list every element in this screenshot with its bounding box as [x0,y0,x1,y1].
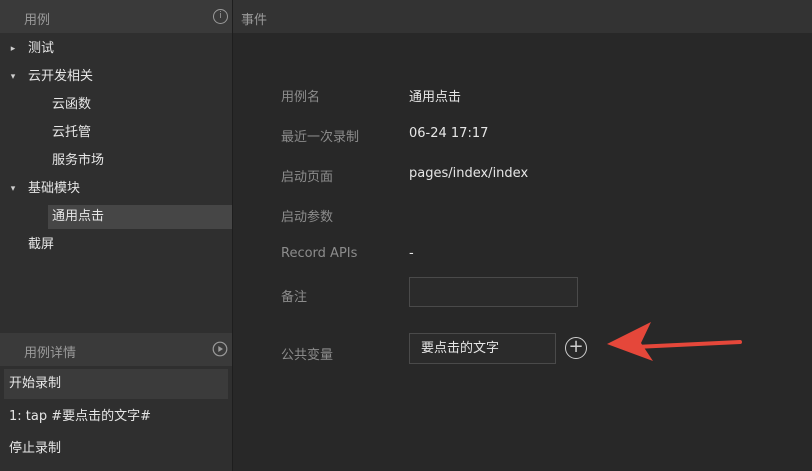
detail-item-tap-step[interactable]: 1: tap #要点击的文字# [0,402,232,432]
tree-item-label: 截屏 [28,237,55,252]
left-sidebar: 用例 i ▸ 测试 ▾ 云开发相关 云函数 云托管 服务市场 ▾ 基础模块 通用… [0,0,233,471]
tree-item-basic-module[interactable]: ▾ 基础模块 [0,177,232,201]
start-params-label: 启动参数 [281,210,334,225]
start-page-value: pages/index/index [409,166,529,181]
record-apis-label: Record APIs [281,246,358,261]
note-input[interactable] [409,277,578,307]
info-icon[interactable]: i [213,9,228,24]
case-name-label: 用例名 [281,90,321,105]
details-panel-header: 用例详情 [0,333,232,366]
add-variable-button[interactable]: + [565,337,587,359]
events-panel-title: 事件 [241,13,268,28]
last-record-label: 最近一次录制 [281,130,360,145]
events-panel-header: 事件 [233,0,812,33]
tree-item-cloud-dev[interactable]: ▾ 云开发相关 [0,65,232,89]
tree-item-test[interactable]: ▸ 测试 [0,37,232,61]
tree-item-label: 基础模块 [28,181,81,196]
tree-item-general-click[interactable]: 通用点击 [0,205,232,229]
tree-item-label: 云开发相关 [28,69,94,84]
annotation-arrow-icon [607,322,742,361]
public-var-input[interactable]: 要点击的文字 [409,333,556,364]
caret-down-icon[interactable]: ▾ [8,177,18,201]
tree-item-cloud-function[interactable]: 云函数 [0,93,232,117]
tree-item-label: 通用点击 [52,209,105,224]
detail-item-stop-record[interactable]: 停止录制 [0,434,232,464]
cases-panel-header: 用例 i [0,0,232,33]
main-panel: 事件 用例名 通用点击 最近一次录制 06-24 17:17 启动页面 page… [233,0,812,471]
tree-item-service-market[interactable]: 服务市场 [0,149,232,173]
play-icon[interactable] [212,341,228,357]
tree-item-label: 云函数 [52,97,92,112]
tree-item-label: 服务市场 [52,153,105,168]
cases-panel-title: 用例 [24,13,51,28]
tree-item-screenshot[interactable]: 截屏 [0,233,232,257]
last-record-value: 06-24 17:17 [409,126,489,141]
tree-item-cloud-hosting[interactable]: 云托管 [0,121,232,145]
note-label: 备注 [281,290,308,305]
detail-item-label: 开始录制 [9,376,62,391]
case-name-value: 通用点击 [409,90,462,105]
tree-item-label: 云托管 [52,125,92,140]
details-panel-title: 用例详情 [24,346,77,361]
detail-item-label: 1: tap #要点击的文字# [9,409,152,424]
caret-right-icon[interactable]: ▸ [8,37,18,61]
detail-item-label: 停止录制 [9,441,62,456]
detail-item-start-record[interactable]: 开始录制 [0,369,232,399]
public-var-label: 公共变量 [281,348,334,363]
caret-down-icon[interactable]: ▾ [8,65,18,89]
start-page-label: 启动页面 [281,170,334,185]
record-apis-value: - [409,246,414,261]
tree-item-label: 测试 [28,41,55,56]
